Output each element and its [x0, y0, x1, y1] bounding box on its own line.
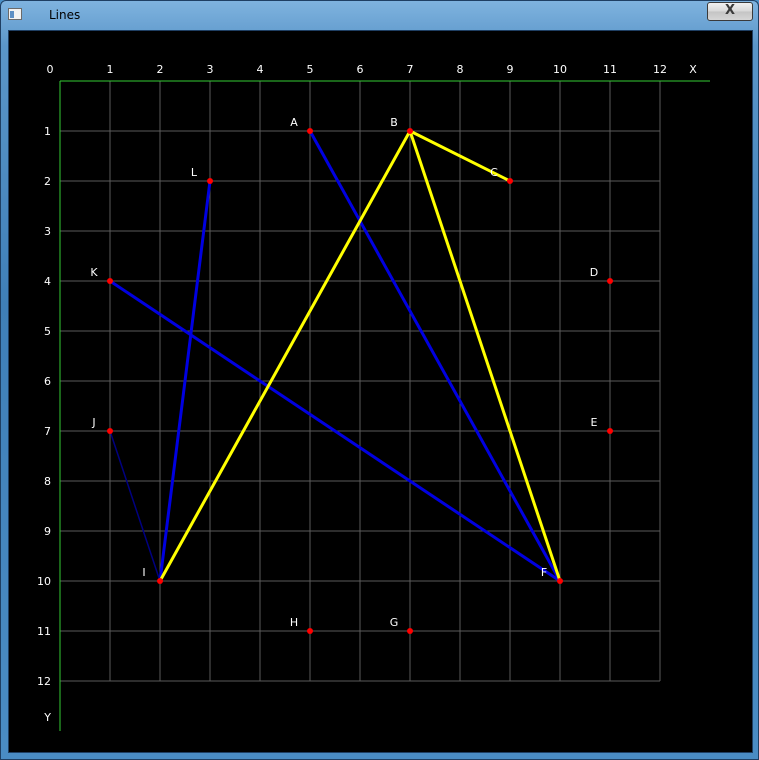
x-tick-label: 6 [357, 63, 364, 76]
point-label-a: A [290, 116, 298, 129]
point-l [207, 178, 213, 184]
line-graph: 0 1 2 3 4 5 6 7 8 9 10 11 12 X123456789101112YA BCDEFG… [37, 63, 710, 731]
y-tick-label: 3 [44, 225, 51, 238]
point-h [307, 628, 313, 634]
point-label-g: G [390, 616, 399, 629]
point-label-i: I [142, 566, 145, 579]
segment-b-f [408, 129, 562, 583]
point-j [107, 428, 113, 434]
y-axis-label: Y [43, 711, 51, 724]
y-tick-label: 11 [37, 625, 51, 638]
y-tick-label: 8 [44, 475, 51, 488]
title-bar[interactable]: Lines X [1, 1, 758, 29]
point-label-c: C [490, 166, 498, 179]
x-tick-label: 12 [653, 63, 667, 76]
x-tick-label: 2 [157, 63, 164, 76]
point-b [407, 128, 413, 134]
point-k [107, 278, 113, 284]
point-a [307, 128, 313, 134]
segment-j-i [109, 430, 161, 582]
close-button[interactable]: X [707, 2, 753, 21]
canvas-area: 0 1 2 3 4 5 6 7 8 9 10 11 12 X 1 2 3 4 5 6 7 8 9 10 11 12 Y A B C D E F G… [8, 30, 753, 753]
y-tick-label: 6 [44, 375, 51, 388]
point-label-j: J [91, 416, 95, 429]
y-tick-label: 7 [44, 425, 51, 438]
x-axis-label: X [689, 63, 697, 76]
app-window: Lines X 0 1 2 3 4 5 6 7 8 9 10 11 12 X 1 2 3 4 5 6 7 8 9 10 11 12… [0, 0, 759, 760]
point-label-k: K [90, 266, 98, 279]
point-label-d: D [590, 266, 598, 279]
y-tick-label: 10 [37, 575, 51, 588]
y-tick-label: 9 [44, 525, 51, 538]
x-tick-label: 8 [457, 63, 464, 76]
y-tick-label: 1 [44, 125, 51, 138]
x-tick-label: 4 [257, 63, 264, 76]
y-tick-label: 2 [44, 175, 51, 188]
window-title: Lines [49, 8, 81, 22]
point-d [607, 278, 613, 284]
point-e [607, 428, 613, 434]
point-label-f: F [541, 566, 547, 579]
segment-b-i [158, 129, 412, 583]
y-tick-label: 12 [37, 675, 51, 688]
point-c [507, 178, 513, 184]
point-label-b: B [390, 116, 398, 129]
x-tick-label: 0 [47, 63, 54, 76]
y-tick-label: 5 [44, 325, 51, 338]
x-tick-label: 9 [507, 63, 514, 76]
point-i [157, 578, 163, 584]
x-tick-label: 7 [407, 63, 414, 76]
x-tick-label: 3 [207, 63, 214, 76]
app-window-icon[interactable] [8, 8, 22, 20]
x-tick-label: 11 [603, 63, 617, 76]
point-label-h: H [290, 616, 298, 629]
x-tick-label: 1 [107, 63, 114, 76]
x-tick-label: 5 [307, 63, 314, 76]
y-tick-label: 4 [44, 275, 51, 288]
point-label-e: E [591, 416, 598, 429]
point-label-l: L [191, 166, 198, 179]
segment-a-f [308, 129, 562, 583]
x-tick-label: 10 [553, 63, 567, 76]
point-f [557, 578, 563, 584]
point-g [407, 628, 413, 634]
